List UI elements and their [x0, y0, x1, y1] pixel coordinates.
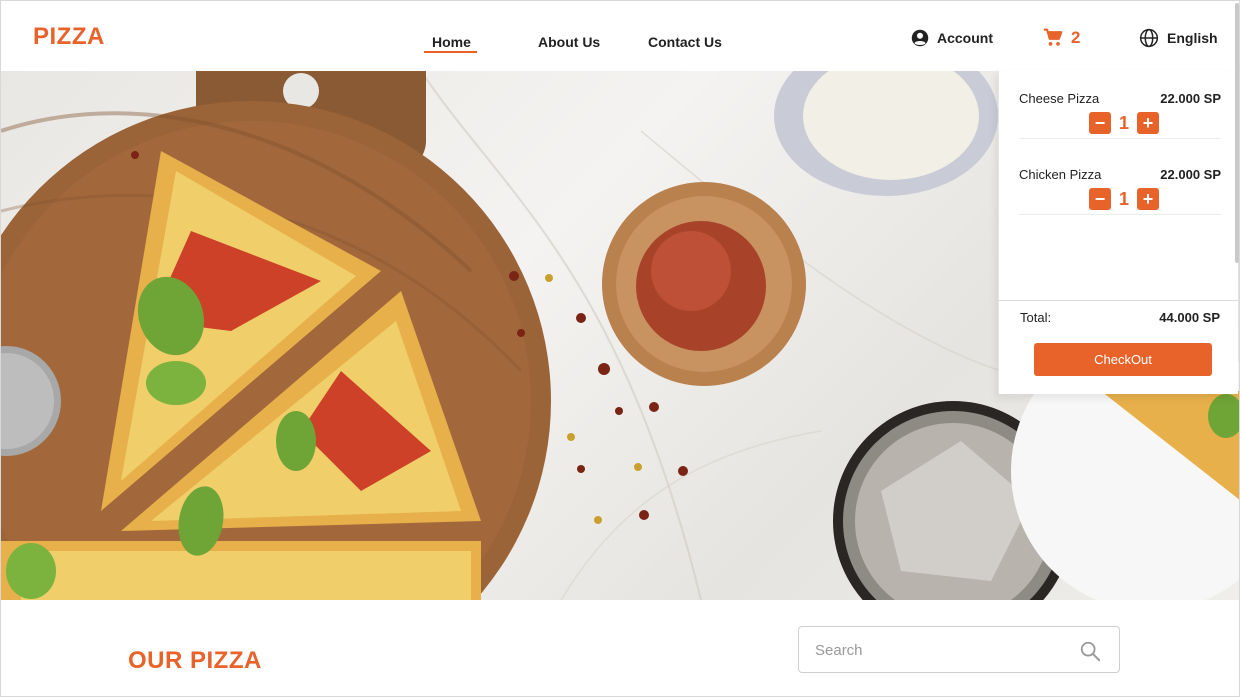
section-title: OUR PIZZA — [128, 647, 262, 674]
nav-about-us[interactable]: About Us — [538, 34, 600, 50]
nav-contact-us[interactable]: Contact Us — [648, 34, 722, 50]
cart-item-price: 22.000 SP — [1160, 91, 1221, 106]
logo[interactable]: PIZZA — [33, 23, 105, 51]
minus-icon[interactable]: − — [1089, 112, 1111, 134]
cart-item-price: 22.000 SP — [1160, 167, 1221, 182]
cart-dropdown: Cheese Pizza 22.000 SP − 1 + Chicken Piz… — [998, 71, 1239, 394]
cart-icon — [1043, 28, 1063, 46]
globe-icon — [1139, 28, 1159, 48]
cart-item: Chicken Pizza 22.000 SP − 1 + — [1019, 147, 1221, 215]
header: PIZZA Home About Us Contact Us Account 2 — [1, 1, 1239, 71]
nav-active-indicator — [424, 51, 477, 53]
total-value: 44.000 SP — [1159, 310, 1220, 325]
cart-item: Cheese Pizza 22.000 SP − 1 + — [1019, 71, 1221, 139]
menu-section: OUR PIZZA — [1, 600, 1239, 696]
cart-item-name: Cheese Pizza — [1019, 91, 1100, 106]
total-label: Total: — [1020, 310, 1052, 325]
quantity-value: 1 — [1119, 188, 1130, 209]
language-label: English — [1167, 30, 1218, 46]
cart-count: 2 — [1071, 28, 1081, 47]
search-input[interactable] — [815, 639, 1055, 661]
search-icon[interactable] — [1079, 640, 1101, 662]
quantity-value: 1 — [1119, 112, 1130, 133]
search-box — [798, 626, 1120, 673]
cart-item-name: Chicken Pizza — [1019, 167, 1102, 182]
page: PIZZA Home About Us Contact Us Account 2 — [0, 0, 1240, 697]
account-button[interactable]: Account — [911, 28, 993, 48]
account-label: Account — [937, 30, 993, 46]
checkout-button[interactable]: CheckOut — [1034, 343, 1212, 376]
cart-divider — [999, 300, 1239, 301]
quantity-stepper: − 1 + — [1089, 188, 1159, 210]
plus-icon[interactable]: + — [1137, 112, 1159, 134]
account-icon — [911, 29, 929, 47]
page-scrollbar[interactable] — [1234, 1, 1239, 696]
scrollbar-thumb[interactable] — [1235, 3, 1239, 263]
language-selector[interactable]: English — [1139, 28, 1218, 48]
minus-icon[interactable]: − — [1089, 188, 1111, 210]
quantity-stepper: − 1 + — [1089, 112, 1159, 134]
nav-home[interactable]: Home — [432, 34, 471, 50]
cart-button[interactable]: 2 — [1043, 28, 1080, 48]
plus-icon[interactable]: + — [1137, 188, 1159, 210]
